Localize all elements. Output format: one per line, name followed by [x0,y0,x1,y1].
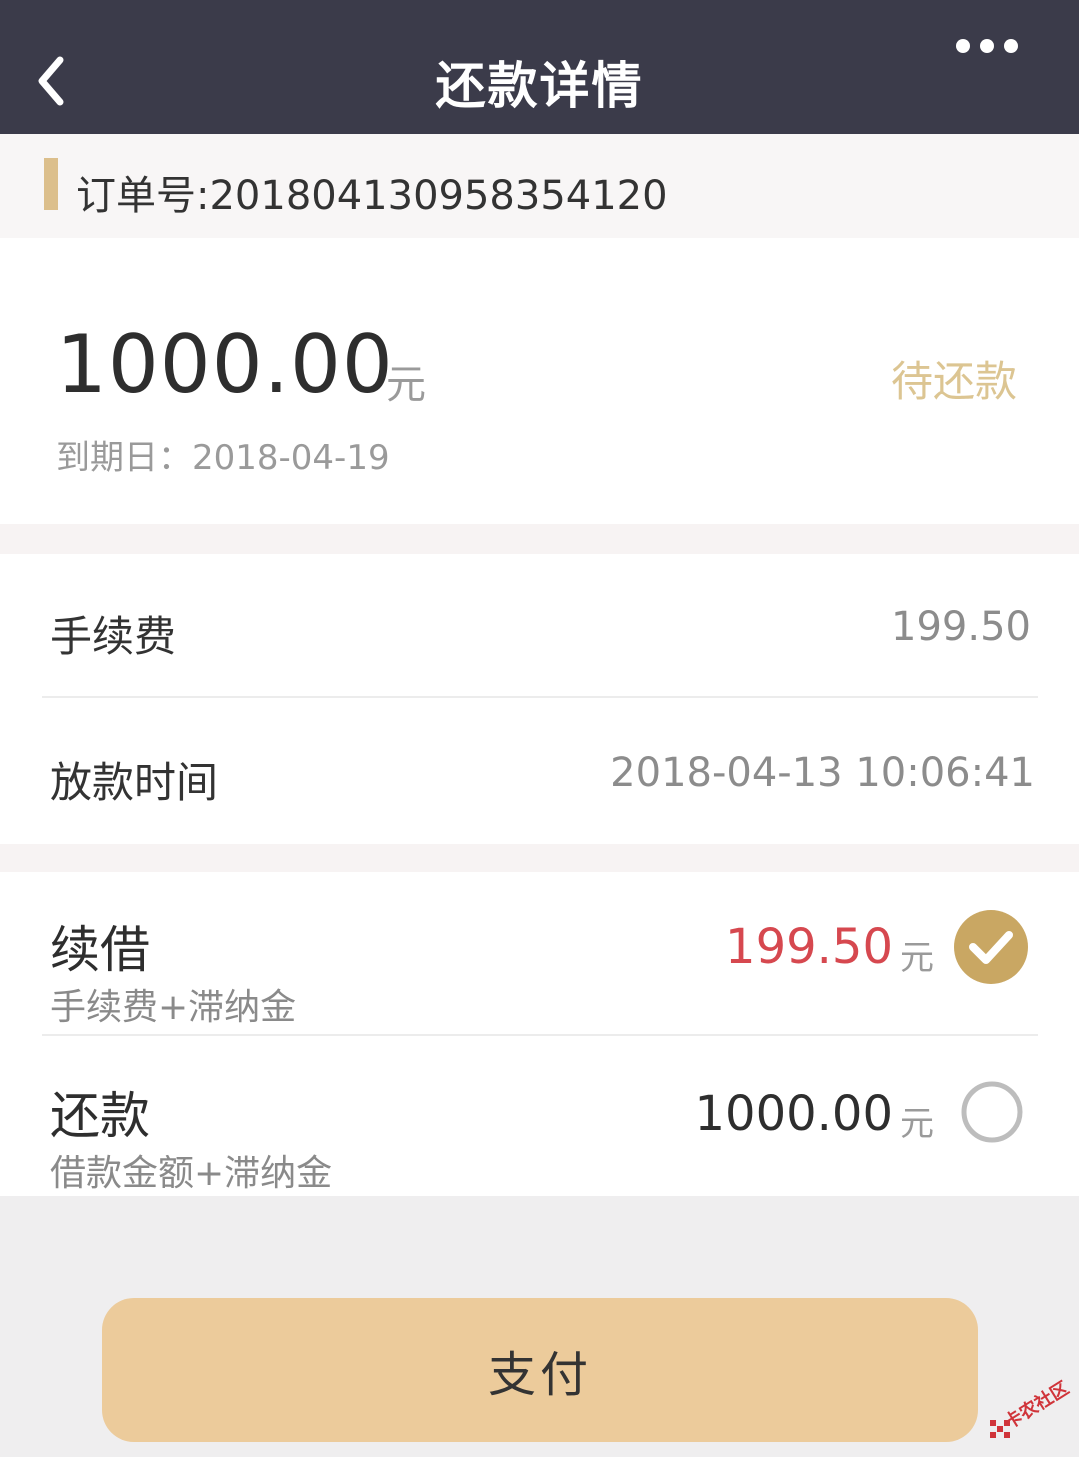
section-gap [0,524,1079,554]
watermark-logo: 卡农社区 [990,1377,1073,1438]
option-amount: 1000.00 [694,1086,894,1142]
top-bar: 还款详情 [0,0,1079,134]
disbursement-time-label: 放款时间 [50,758,219,807]
loan-amount-unit: 元 [386,362,426,408]
due-date: 到期日：2018-04-19 [56,438,390,478]
more-dots-icon [956,39,1018,53]
fee-value: 199.50 [891,604,1031,650]
divider [42,1034,1038,1036]
more-button[interactable] [955,36,1019,56]
option-unit: 元 [900,1104,934,1144]
option-title: 还款 [50,1087,150,1145]
section-gap [0,844,1079,872]
order-accent-bar [44,158,58,210]
status-badge: 待还款 [890,357,1017,406]
option-amount: 199.50 [725,919,893,975]
option-subtitle: 借款金额+滞纳金 [50,1153,333,1194]
divider [42,696,1038,698]
radio-empty-icon[interactable] [954,1074,1030,1150]
option-title: 续借 [50,921,150,979]
check-circle-icon[interactable] [953,909,1029,985]
disbursement-time-value: 2018-04-13 10:06:41 [610,750,1035,796]
fee-label: 手续费 [50,612,177,661]
order-number: 订单号:2018041309583541​20 [76,173,668,219]
pay-button[interactable]: 支付 [102,1298,978,1442]
page-title: 还款详情 [435,57,644,115]
page: 还款详情 订单号:2018041309583541​20 1000.00 元 待… [0,0,1079,1457]
option-unit: 元 [900,938,934,978]
svg-text:卡农社区: 卡农社区 [1000,1377,1073,1434]
loan-amount: 1000.00 [56,318,394,411]
option-subtitle: 手续费+滞纳金 [50,987,297,1028]
